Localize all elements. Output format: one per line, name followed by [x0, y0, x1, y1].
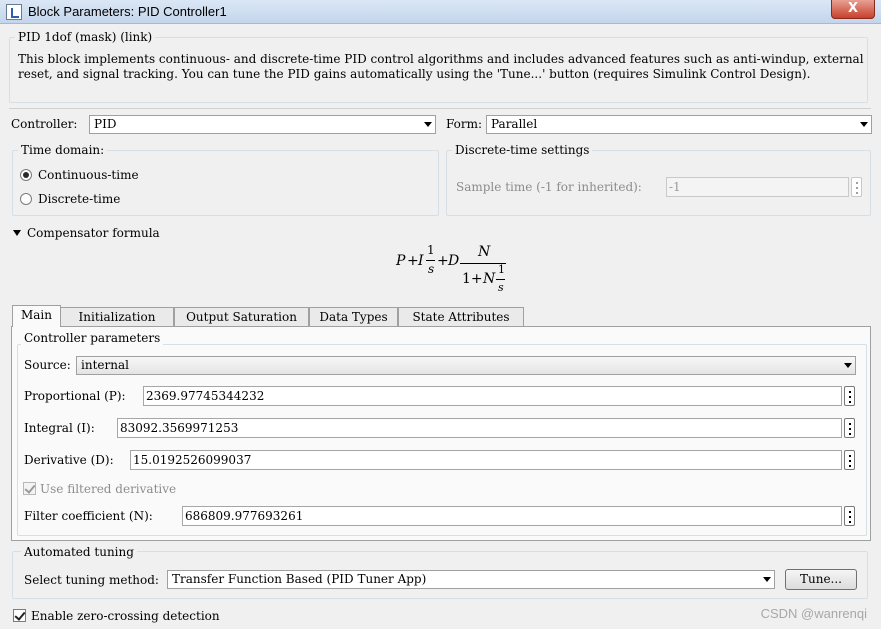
time-domain-group [12, 150, 439, 216]
formula-nested-num: 1 [498, 263, 505, 276]
formula-nested-bar [496, 279, 505, 280]
formula-i: I [418, 253, 424, 269]
formula-plus-1: + [407, 253, 419, 269]
derivative-input[interactable]: 15.0192526099037 [130, 450, 842, 470]
derivative-label: Derivative (D): [24, 453, 114, 467]
integral-label: Integral (I): [24, 421, 95, 435]
time-domain-label: Time domain: [18, 143, 108, 157]
automated-tuning-label: Automated tuning [21, 545, 137, 559]
formula-plus-2: + [437, 253, 449, 269]
formula-i-den: s [428, 262, 435, 276]
formula-d: D [448, 253, 460, 269]
sample-time-input[interactable]: -1 [666, 177, 849, 197]
more-options-icon[interactable] [844, 418, 855, 438]
simulink-block-icon [6, 4, 22, 20]
sample-time-label: Sample time (-1 for inherited): [456, 180, 642, 194]
chevron-down-icon [763, 577, 771, 582]
form-value: Parallel [491, 117, 538, 131]
proportional-input[interactable]: 2369.97745344232 [143, 386, 842, 406]
more-options-icon[interactable] [851, 177, 862, 197]
tab-data-types[interactable]: Data Types [309, 307, 398, 326]
filter-coefficient-label: Filter coefficient (N): [24, 509, 153, 523]
form-label: Form: [446, 117, 483, 131]
source-select[interactable]: internal [76, 356, 856, 375]
controller-label: Controller: [11, 117, 78, 131]
tuning-method-value: Transfer Function Based (PID Tuner App) [172, 572, 427, 586]
tune-button[interactable]: Tune... [785, 569, 857, 590]
chevron-down-icon [844, 363, 852, 368]
formula-nested-den: s [498, 281, 504, 294]
parameters-divider [9, 108, 871, 109]
more-options-icon[interactable] [844, 386, 855, 406]
controller-select[interactable]: PID [89, 115, 436, 134]
close-button[interactable]: X [831, 0, 875, 19]
zero-crossing-label: Enable zero-crossing detection [31, 609, 220, 623]
formula-i-bar [426, 260, 435, 261]
compensator-formula-label[interactable]: Compensator formula [27, 226, 160, 240]
mask-description: This block implements continuous- and di… [18, 52, 864, 81]
source-label: Source: [24, 358, 71, 372]
proportional-label: Proportional (P): [24, 389, 126, 403]
formula-i-num: 1 [427, 243, 435, 257]
source-value: internal [81, 358, 129, 372]
continuous-time-label: Continuous-time [38, 168, 139, 182]
form-select[interactable]: Parallel [486, 115, 872, 134]
watermark: CSDN @wanrenqi [760, 606, 867, 621]
tuning-method-label: Select tuning method: [24, 573, 159, 587]
more-options-icon[interactable] [844, 506, 855, 526]
use-filtered-derivative-label: Use filtered derivative [40, 482, 177, 496]
use-filtered-derivative-checkbox[interactable] [23, 482, 36, 495]
discrete-time-label: Discrete-time [38, 192, 121, 206]
discrete-settings-label: Discrete-time settings [452, 143, 593, 157]
title-bar: Block Parameters: PID Controller1 X [0, 0, 881, 24]
more-options-icon[interactable] [844, 450, 855, 470]
mask-header: PID 1dof (mask) (link) [15, 30, 156, 44]
chevron-down-icon [860, 122, 868, 127]
controller-value: PID [94, 117, 117, 131]
discrete-time-radio[interactable] [20, 193, 32, 205]
filter-coefficient-input[interactable]: 686809.977693261 [182, 506, 842, 526]
formula-n-den: N [483, 271, 496, 287]
chevron-down-icon [424, 122, 432, 127]
tab-output-saturation[interactable]: Output Saturation [174, 307, 309, 326]
formula-n-num: N [478, 244, 491, 260]
tab-main[interactable]: Main [12, 305, 61, 327]
controller-parameters-label: Controller parameters [21, 331, 164, 345]
formula-p: P [396, 253, 406, 269]
continuous-time-radio[interactable] [20, 169, 32, 181]
tab-initialization[interactable]: Initialization [60, 307, 174, 326]
collapse-triangle-icon[interactable] [13, 230, 21, 236]
zero-crossing-checkbox[interactable] [13, 609, 26, 622]
tuning-method-select[interactable]: Transfer Function Based (PID Tuner App) [167, 570, 775, 589]
tab-state-attributes[interactable]: State Attributes [398, 307, 524, 326]
formula-one-plus: 1+ [462, 271, 483, 287]
window-title: Block Parameters: PID Controller1 [28, 4, 227, 19]
integral-input[interactable]: 83092.3569971253 [117, 418, 842, 438]
